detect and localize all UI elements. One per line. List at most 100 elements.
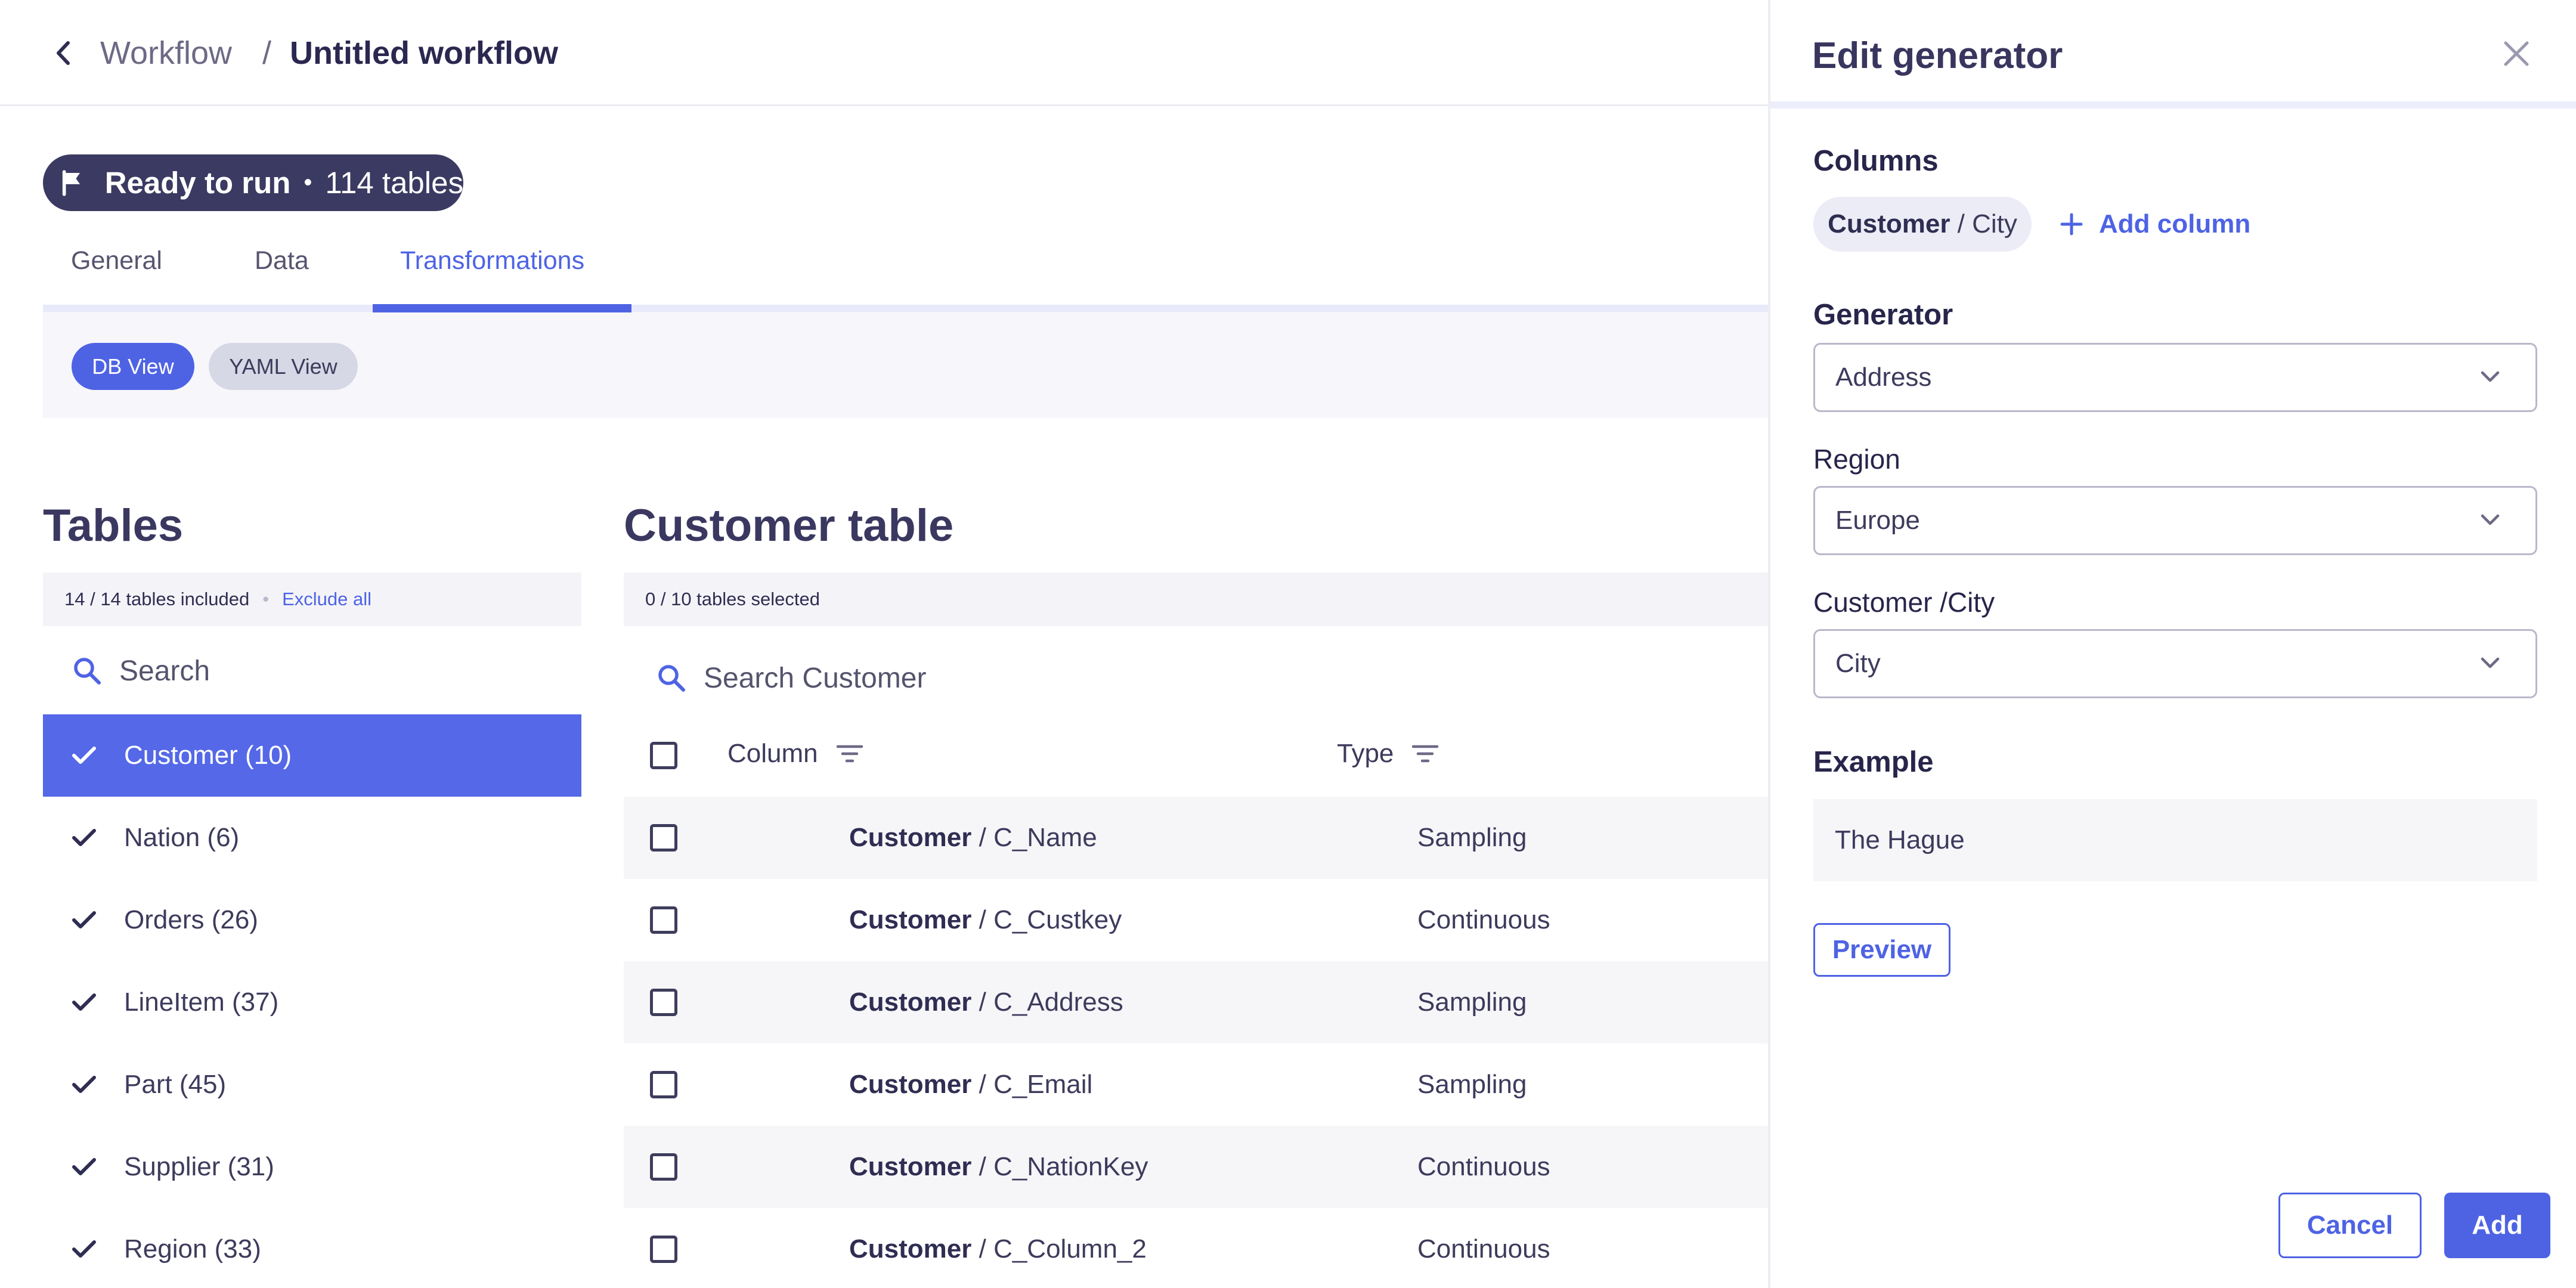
db-view-button[interactable]: DB View bbox=[72, 343, 194, 390]
chevron-down-icon bbox=[2481, 657, 2500, 668]
customer-search-placeholder: Search Customer bbox=[704, 662, 927, 694]
search-icon bbox=[658, 665, 685, 692]
row-checkbox[interactable] bbox=[650, 1071, 677, 1098]
table-list-item[interactable]: Nation (6) bbox=[43, 797, 581, 879]
select-all-checkbox[interactable] bbox=[650, 742, 677, 769]
row-checkbox[interactable] bbox=[650, 1153, 677, 1181]
table-row[interactable]: Customer / C_Name Sampling bbox=[624, 797, 1768, 879]
table-list-item[interactable]: Part (45) bbox=[43, 1044, 581, 1126]
table-row[interactable]: Customer / C_NationKey Continuous bbox=[624, 1126, 1768, 1208]
breadcrumb-parent[interactable]: Workflow bbox=[100, 33, 232, 73]
row-checkbox[interactable] bbox=[650, 906, 677, 934]
row-column-name: Customer / C_NationKey bbox=[849, 1152, 1148, 1181]
table-list-item-label: Nation (6) bbox=[124, 823, 240, 852]
table-row[interactable]: Customer / C_Address Sampling bbox=[624, 961, 1768, 1044]
customer-table-title: Customer table bbox=[624, 500, 954, 551]
table-list-item-label: Customer (10) bbox=[124, 741, 292, 770]
table-list-item-label: Orders (26) bbox=[124, 905, 258, 934]
row-type: Sampling bbox=[1417, 1070, 1527, 1099]
status-label: Ready to run bbox=[104, 166, 291, 200]
row-type: Sampling bbox=[1417, 987, 1527, 1017]
chevron-left-icon bbox=[57, 41, 70, 65]
table-list-item[interactable]: Orders (26) bbox=[43, 879, 581, 961]
generator-value: Address bbox=[1835, 363, 1932, 392]
row-column-name: Customer / C_Address bbox=[849, 987, 1123, 1017]
active-tab-indicator bbox=[373, 304, 631, 312]
chevron-down-icon bbox=[2481, 371, 2500, 382]
check-icon bbox=[72, 1158, 96, 1175]
type-header-label: Type bbox=[1337, 739, 1394, 768]
table-list-item[interactable]: Customer (10) bbox=[43, 714, 581, 797]
back-button[interactable] bbox=[51, 38, 75, 68]
flag-icon bbox=[62, 169, 80, 196]
table-list-item-label: Supplier (31) bbox=[124, 1152, 274, 1181]
row-column-name: Customer / C_Custkey bbox=[849, 905, 1122, 934]
cancel-button[interactable]: Cancel bbox=[2278, 1193, 2422, 1258]
add-button[interactable]: Add bbox=[2444, 1193, 2550, 1258]
plus-icon bbox=[2060, 213, 2083, 236]
example-output: The Hague bbox=[1813, 799, 2537, 881]
column-header[interactable]: Column bbox=[727, 737, 863, 770]
add-column-label: Add column bbox=[2099, 209, 2251, 239]
tables-info-bar: 14 / 14 tables included • Exclude all bbox=[43, 572, 581, 626]
filter-icon[interactable] bbox=[1411, 743, 1439, 764]
status-count: 114 tables bbox=[325, 166, 463, 200]
example-value: The Hague bbox=[1835, 825, 1965, 854]
example-label: Example bbox=[1813, 746, 1934, 778]
filter-icon[interactable] bbox=[836, 743, 863, 764]
preview-button[interactable]: Preview bbox=[1813, 923, 1950, 977]
info-dot: • bbox=[262, 589, 270, 609]
table-row[interactable]: Customer / C_Email Sampling bbox=[624, 1044, 1768, 1126]
tab-transformations[interactable]: Transformations bbox=[400, 241, 584, 280]
region-select[interactable]: Europe bbox=[1813, 486, 2537, 555]
panel-title: Edit generator bbox=[1812, 35, 2063, 76]
status-dot: • bbox=[304, 169, 312, 196]
customer-city-select[interactable]: City bbox=[1813, 629, 2537, 698]
row-type: Sampling bbox=[1417, 823, 1527, 852]
row-column-name: Customer / C_Name bbox=[849, 823, 1097, 852]
table-list-item[interactable]: Region (33) bbox=[43, 1208, 581, 1288]
customer-search-input[interactable]: Search Customer bbox=[656, 654, 1371, 702]
region-label: Region bbox=[1813, 444, 1900, 475]
close-icon bbox=[2504, 41, 2529, 66]
top-bar: Workflow / Untitled workflow bbox=[0, 0, 1768, 106]
add-column-button[interactable]: Add column bbox=[2060, 206, 2250, 243]
check-icon bbox=[72, 911, 96, 928]
check-icon bbox=[72, 993, 96, 1011]
check-icon bbox=[72, 747, 96, 764]
close-button[interactable] bbox=[2498, 36, 2534, 72]
column-chip[interactable]: Customer / City bbox=[1813, 197, 2032, 252]
row-checkbox[interactable] bbox=[650, 989, 677, 1016]
table-row[interactable]: Customer / C_Custkey Continuous bbox=[624, 879, 1768, 961]
customer-city-label: Customer /City bbox=[1813, 587, 1995, 618]
status-badge: Ready to run • 114 tables bbox=[43, 154, 463, 211]
table-list-item-label: LineItem (37) bbox=[124, 987, 279, 1017]
generator-select[interactable]: Address bbox=[1813, 343, 2537, 412]
exclude-all-link[interactable]: Exclude all bbox=[282, 589, 371, 609]
check-icon bbox=[72, 1240, 96, 1258]
row-type: Continuous bbox=[1417, 1152, 1550, 1181]
row-column-name: Customer / C_Email bbox=[849, 1070, 1093, 1099]
breadcrumb-separator: / bbox=[262, 35, 272, 71]
check-icon bbox=[72, 1076, 96, 1093]
row-type: Continuous bbox=[1417, 905, 1550, 934]
chevron-down-icon bbox=[2481, 514, 2500, 525]
region-value: Europe bbox=[1835, 506, 1920, 535]
tab-general[interactable]: General bbox=[71, 241, 162, 280]
row-type: Continuous bbox=[1417, 1234, 1550, 1264]
customer-info-text: 0 / 10 tables selected bbox=[645, 589, 820, 609]
table-list-item[interactable]: LineItem (37) bbox=[43, 961, 581, 1044]
tables-search-input[interactable]: Search bbox=[72, 647, 561, 695]
customer-info-bar: 0 / 10 tables selected bbox=[624, 572, 1768, 626]
row-column-name: Customer / C_Column_2 bbox=[849, 1234, 1147, 1264]
type-header[interactable]: Type bbox=[1337, 737, 1439, 770]
yaml-view-button[interactable]: YAML View bbox=[209, 343, 358, 390]
tables-title: Tables bbox=[43, 500, 184, 551]
row-checkbox[interactable] bbox=[650, 1236, 677, 1263]
row-checkbox[interactable] bbox=[650, 824, 677, 852]
tab-data[interactable]: Data bbox=[255, 241, 309, 280]
panel-header: Edit generator bbox=[1770, 0, 2576, 109]
table-row[interactable]: Customer / C_Column_2 Continuous bbox=[624, 1208, 1768, 1288]
customer-city-value: City bbox=[1835, 649, 1881, 678]
table-list-item[interactable]: Supplier (31) bbox=[43, 1126, 581, 1208]
